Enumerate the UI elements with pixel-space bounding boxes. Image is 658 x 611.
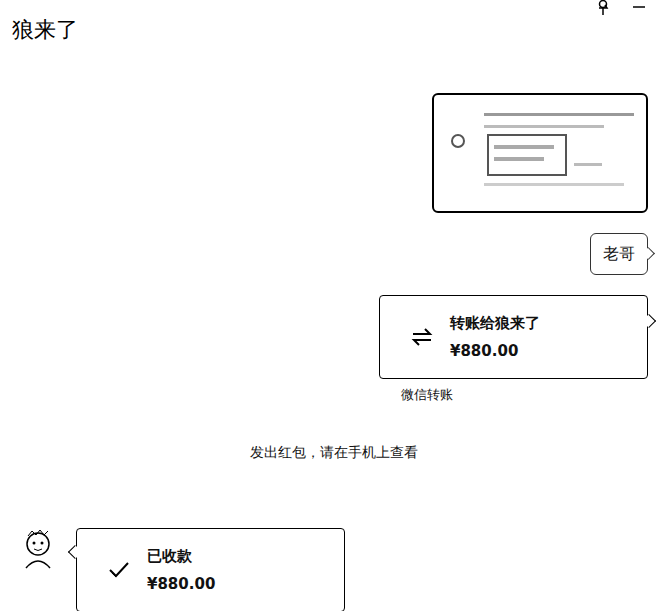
message-row: 已收款 ¥880.00 — [20, 528, 648, 611]
transfer-title: 转账给狼来了 — [450, 313, 540, 333]
message-row — [20, 93, 648, 213]
chat-header: 狼来了 — [0, 0, 658, 60]
transfer-card[interactable]: 转账给狼来了 ¥880.00 — [379, 295, 648, 379]
message — [432, 93, 648, 213]
system-message: 发出红包，请在手机上查看 — [20, 423, 648, 508]
transfer-title: 已收款 — [147, 546, 215, 566]
text-bubble[interactable]: 老哥 — [590, 233, 648, 275]
transfer-info: 转账给狼来了 ¥880.00 — [450, 313, 540, 361]
transfer-footer: 微信转账 — [379, 387, 453, 403]
check-icon — [107, 558, 131, 582]
transfer-amount: ¥880.00 — [147, 574, 215, 594]
message-row: 转账给狼来了 ¥880.00 微信转账 — [20, 295, 648, 403]
message-list: 老哥转账给狼来了 ¥880.00 微信转账发出红包，请在手机上查看已收款 ¥880.0… — [0, 60, 658, 611]
transfer-info: 已收款 ¥880.00 — [147, 546, 215, 594]
pin-icon[interactable] — [596, 0, 610, 16]
image-message[interactable] — [432, 93, 648, 213]
window-controls — [596, 0, 646, 16]
system-text: 发出红包，请在手机上查看 — [250, 442, 418, 462]
screenshot-thumbnail — [440, 103, 640, 203]
transfer-amount: ¥880.00 — [450, 341, 540, 361]
message: 已收款 ¥880.00 — [76, 528, 345, 611]
message: 老哥 — [590, 233, 648, 275]
chat-title: 狼来了 — [12, 17, 78, 43]
minimize-icon[interactable] — [632, 0, 646, 14]
avatar-icon[interactable] — [20, 528, 56, 570]
transfer-card[interactable]: 已收款 ¥880.00 — [76, 528, 345, 611]
transfer-arrows-icon — [410, 325, 434, 349]
message: 转账给狼来了 ¥880.00 微信转账 — [379, 295, 648, 403]
message-row: 老哥 — [20, 233, 648, 275]
